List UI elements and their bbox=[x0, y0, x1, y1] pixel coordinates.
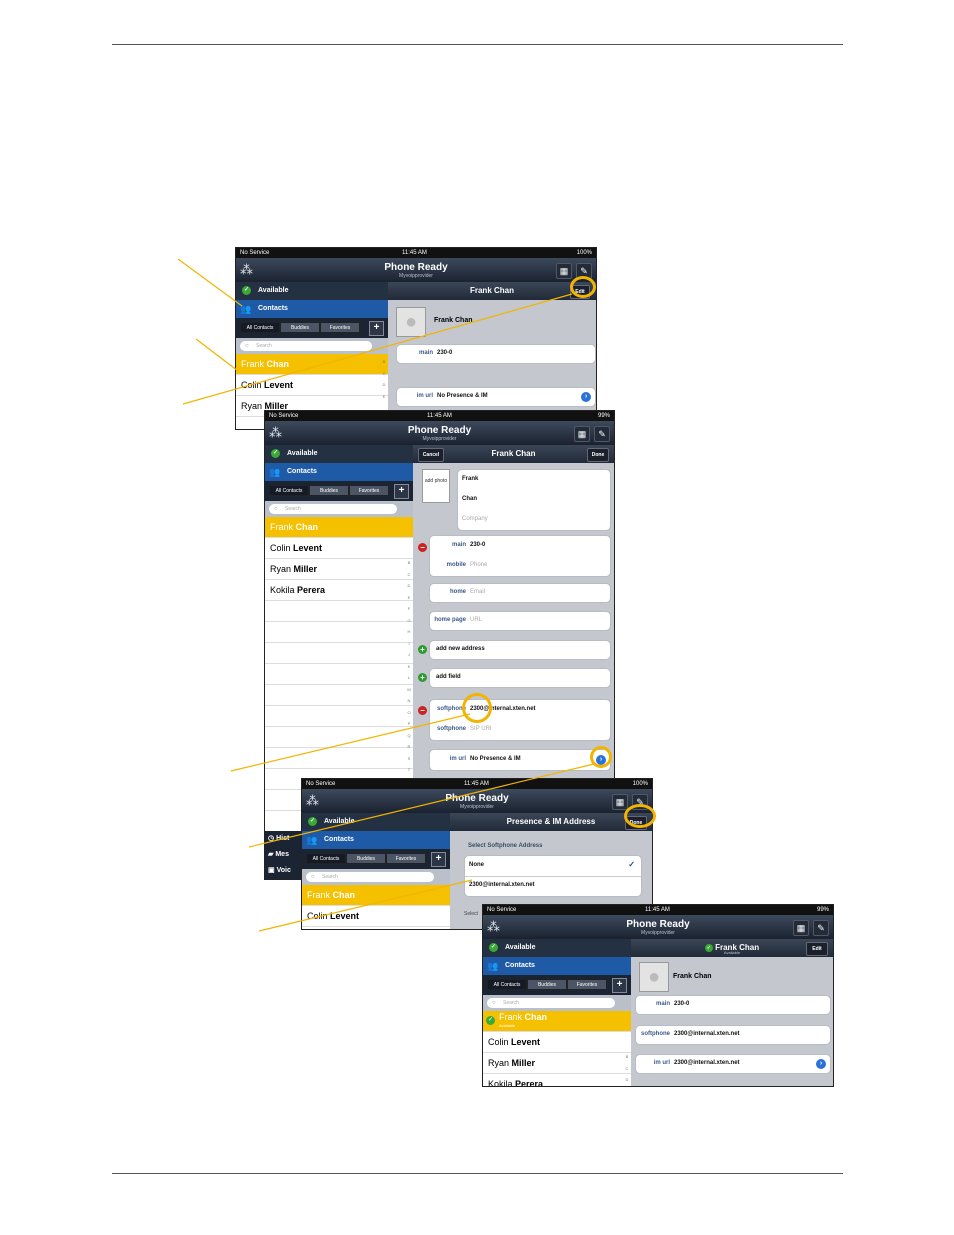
callout-lines bbox=[177, 258, 595, 932]
callout-line bbox=[195, 338, 239, 372]
callout-line bbox=[258, 879, 473, 932]
callout-line bbox=[182, 293, 573, 405]
callout-line bbox=[248, 763, 595, 848]
callout-line bbox=[230, 713, 471, 772]
callout-line bbox=[177, 258, 243, 307]
